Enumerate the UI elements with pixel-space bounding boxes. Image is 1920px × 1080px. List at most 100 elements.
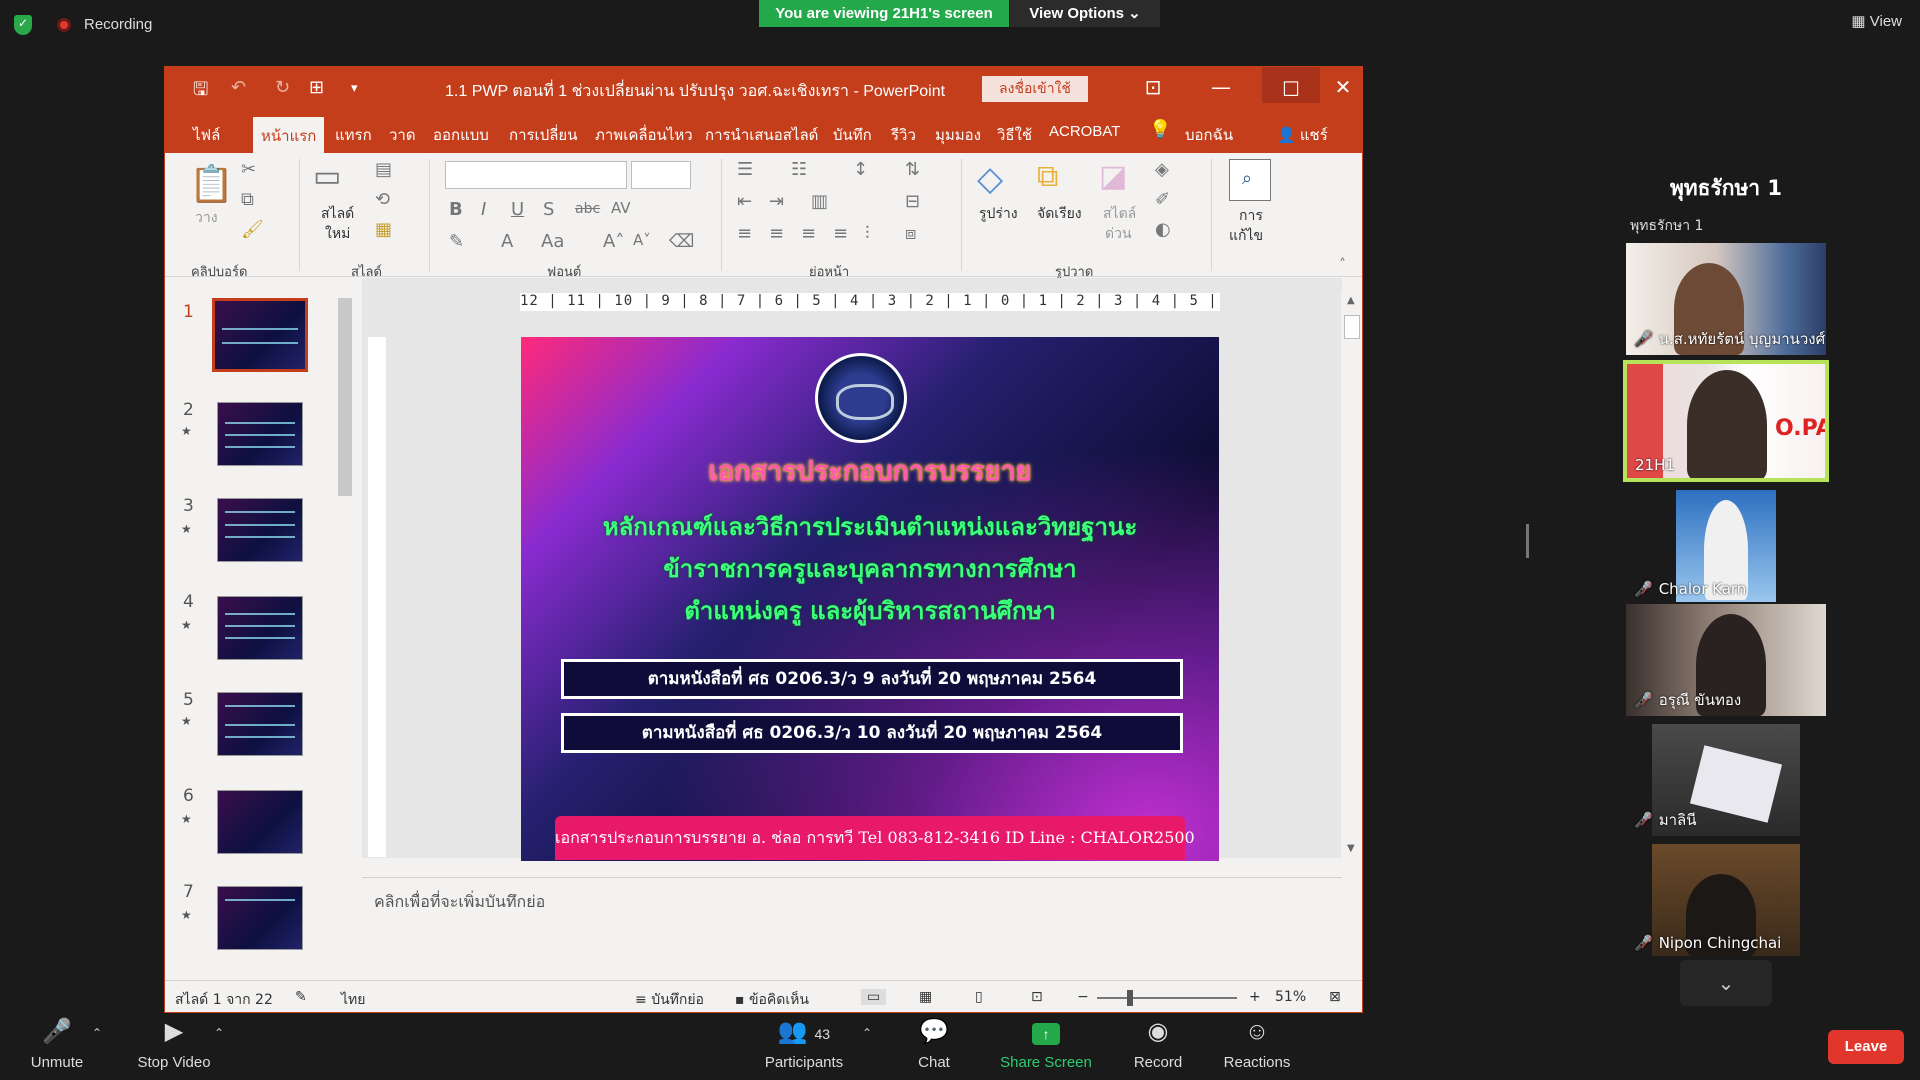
slideshow-icon[interactable]: ⊡ <box>1031 989 1043 1005</box>
shape-outline-icon[interactable]: ✐ <box>1155 189 1170 210</box>
participant-tile[interactable]: 🎤̸ Chalor Karn <box>1626 490 1826 602</box>
slide-thumbnail-3[interactable] <box>217 498 303 562</box>
participant-tile[interactable]: 🎤̸ อรุณี ขันทอง <box>1626 604 1826 716</box>
new-slide-icon[interactable]: ▭ <box>313 159 341 194</box>
tab-home[interactable]: หน้าแรก <box>253 117 325 153</box>
reading-view-icon[interactable]: ▯ <box>975 989 983 1005</box>
align-text-icon[interactable]: ⊟ <box>905 191 920 212</box>
customize-toolbar-icon[interactable]: ▾ <box>351 81 358 96</box>
share-button[interactable]: 👤 แชร์ <box>1277 123 1328 147</box>
distributed-icon[interactable]: ⫶ <box>865 223 870 244</box>
language-label[interactable]: ไทย <box>341 989 365 1011</box>
numbering-icon[interactable]: ☷ <box>791 159 807 180</box>
font-name-input[interactable] <box>445 161 627 189</box>
tab-tell-me[interactable]: บอกฉัน <box>1185 123 1233 147</box>
slide-thumbnail-7[interactable] <box>217 886 303 950</box>
sign-in-button[interactable]: ลงชื่อเข้าใช้ <box>982 76 1088 102</box>
shapes-icon[interactable]: ◇ <box>977 159 1003 199</box>
thumbnails-scrollbar[interactable] <box>335 278 355 968</box>
align-right-icon[interactable]: ≡ <box>801 223 816 244</box>
participant-tile-active-speaker[interactable]: O.PA 21H1 <box>1623 360 1829 482</box>
zoom-slider-knob[interactable] <box>1127 990 1133 1006</box>
quick-styles-icon[interactable]: ◪ <box>1099 159 1127 194</box>
char-spacing-icon[interactable]: AV <box>611 199 631 217</box>
decrease-indent-icon[interactable]: ⇤ <box>737 191 752 212</box>
slide-thumbnail-2[interactable] <box>217 402 303 466</box>
copy-icon[interactable]: ⧉ <box>241 189 254 210</box>
scroll-thumb[interactable] <box>338 298 352 496</box>
align-center-icon[interactable]: ≡ <box>769 223 784 244</box>
view-options-button[interactable]: View Options ⌄ <box>1010 0 1160 27</box>
shadow-icon[interactable]: S <box>543 199 554 220</box>
tab-record[interactable]: บันทึก <box>833 123 872 147</box>
change-case-icon[interactable]: Aa <box>541 231 564 252</box>
tab-transitions[interactable]: การเปลี่ยน <box>509 123 577 147</box>
slide-thumbnail-6[interactable] <box>217 790 303 854</box>
zoom-in-icon[interactable]: + <box>1249 989 1261 1005</box>
lightbulb-icon[interactable]: 💡 <box>1149 119 1171 140</box>
tab-view[interactable]: มุมมอง <box>935 123 981 147</box>
notes-button[interactable]: ≡ บันทึกย่อ <box>635 989 704 1011</box>
shape-fill-icon[interactable]: ◈ <box>1155 159 1169 180</box>
reactions-button[interactable]: ☺ Reactions <box>1220 1014 1294 1071</box>
video-options-chevron-icon[interactable]: ⌃ <box>214 1026 224 1040</box>
text-direction-icon[interactable]: ⇅ <box>905 159 920 180</box>
collapse-ribbon-icon[interactable]: ˄ <box>1339 257 1346 273</box>
spelling-icon[interactable]: ✎ <box>295 989 307 1005</box>
fit-slide-icon[interactable]: ⊠ <box>1329 989 1341 1005</box>
tab-review[interactable]: รีวิว <box>891 123 916 147</box>
slide-thumbnail-5[interactable] <box>217 692 303 756</box>
participant-tile[interactable]: 🎤̸ น.ส.หทัยรัตน์ บุญมานวงศ์ <box>1626 243 1826 355</box>
panel-splitter[interactable] <box>1526 524 1529 558</box>
record-button[interactable]: ◉ Record <box>1126 1014 1190 1071</box>
notes-pane[interactable]: คลิกเพื่อที่จะเพิ่มบันทึกย่อ <box>362 877 1342 967</box>
participant-tile[interactable]: 🎤̸ มาลินี <box>1626 724 1826 836</box>
participant-tile[interactable]: 🎤̸ Nipon Chingchai <box>1626 844 1826 956</box>
slide-scrollbar[interactable]: ▲ ▼ <box>1341 293 1362 893</box>
arrange-icon[interactable]: ⧉ <box>1037 159 1058 194</box>
maximize-icon[interactable]: ☐ <box>1262 67 1320 103</box>
line-spacing-icon[interactable]: ↕ <box>853 159 868 180</box>
reset-icon[interactable]: ⟲ <box>375 189 390 210</box>
zoom-slider[interactable] <box>1097 997 1237 999</box>
bullets-icon[interactable]: ☰ <box>737 159 753 180</box>
close-icon[interactable]: ✕ <box>1323 75 1362 99</box>
highlight-icon[interactable]: ✎ <box>449 231 464 252</box>
tab-design[interactable]: ออกแบบ <box>433 123 489 147</box>
scroll-up-icon[interactable]: ▲ <box>1347 295 1355 306</box>
audio-options-chevron-icon[interactable]: ⌃ <box>92 1026 102 1040</box>
justify-icon[interactable]: ≡ <box>833 223 848 244</box>
scroll-gallery-down-button[interactable]: ⌄ <box>1680 960 1772 1006</box>
participants-button[interactable]: 👥 43 Participants <box>758 1014 850 1071</box>
increase-indent-icon[interactable]: ⇥ <box>769 191 784 212</box>
font-color-icon[interactable]: A <box>501 231 513 252</box>
slide-thumbnail-1[interactable] <box>212 298 308 372</box>
participants-options-chevron-icon[interactable]: ⌃ <box>862 1026 872 1040</box>
underline-icon[interactable]: U <box>511 199 524 220</box>
format-painter-icon[interactable]: 🖌 <box>241 219 264 240</box>
tab-help[interactable]: วิธีใช้ <box>997 123 1032 147</box>
leave-button[interactable]: Leave <box>1828 1030 1904 1064</box>
security-shield-icon[interactable] <box>14 15 32 35</box>
tab-insert[interactable]: แทรก <box>335 123 372 147</box>
stop-video-button[interactable]: ▶ Stop Video <box>132 1014 216 1071</box>
smartart-icon[interactable]: ⧈ <box>905 223 916 244</box>
paste-icon[interactable]: 📋 <box>189 163 234 205</box>
comments-button[interactable]: ▪ ข้อคิดเห็น <box>735 989 809 1011</box>
unmute-button[interactable]: 🎤 Unmute <box>22 1014 92 1071</box>
share-screen-button[interactable]: ↑ Share Screen <box>996 1014 1096 1071</box>
zoom-level[interactable]: 51% <box>1275 989 1306 1005</box>
view-button[interactable]: ▦ View <box>1851 12 1902 30</box>
italic-icon[interactable]: I <box>481 199 486 220</box>
tab-acrobat[interactable]: ACROBAT <box>1049 123 1120 140</box>
tab-file[interactable]: ไฟล์ <box>193 123 220 147</box>
shape-effects-icon[interactable]: ◐ <box>1155 219 1171 240</box>
layout-icon[interactable]: ▤ <box>375 159 392 180</box>
slide-sorter-icon[interactable]: ▦ <box>919 989 932 1005</box>
strikethrough-icon[interactable]: abc <box>575 201 600 217</box>
increase-font-icon[interactable]: A˄ <box>603 231 624 252</box>
present-icon[interactable]: ⊞ <box>309 77 324 98</box>
scroll-thumb[interactable] <box>1344 315 1360 339</box>
tab-draw[interactable]: วาด <box>389 123 416 147</box>
align-left-icon[interactable]: ≡ <box>737 223 752 244</box>
